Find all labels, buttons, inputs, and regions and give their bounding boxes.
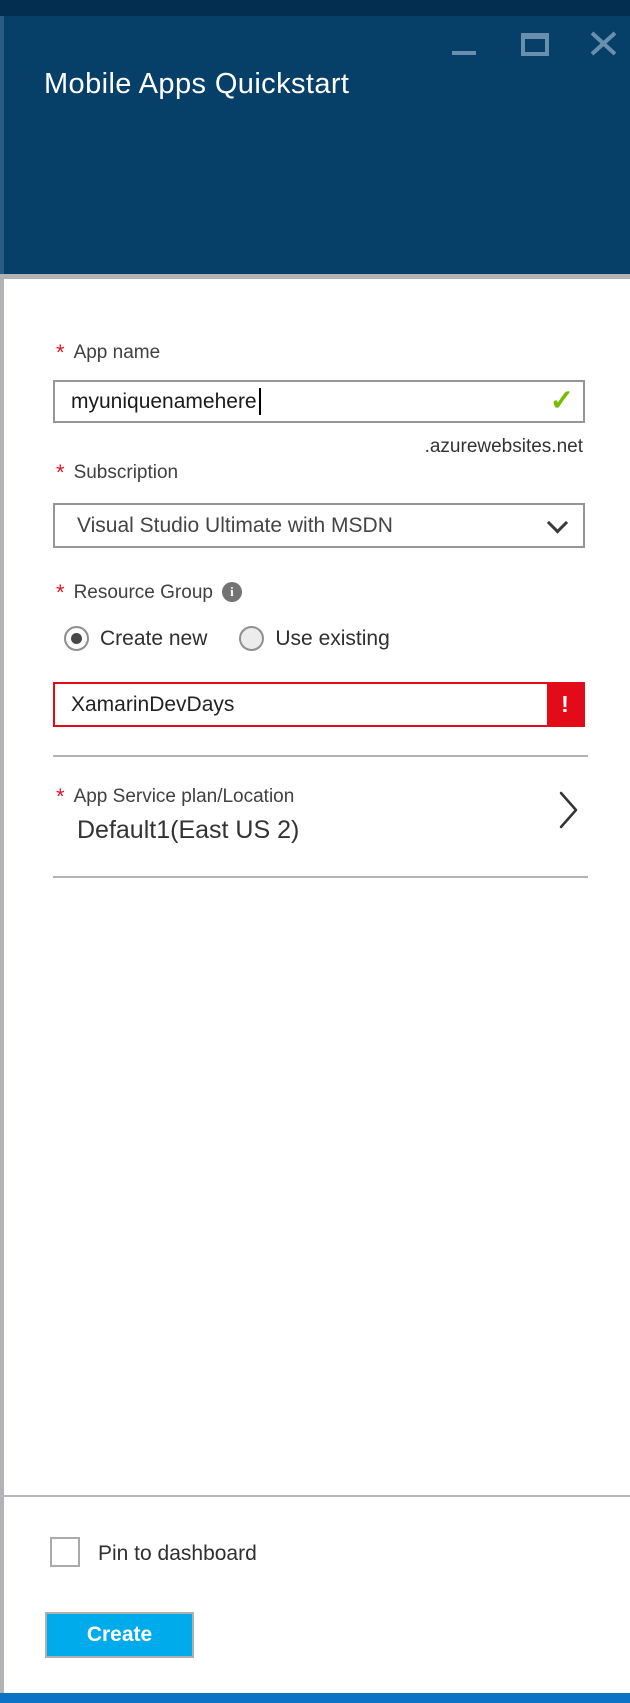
subscription-selected-value: Visual Studio Ultimate with MSDN: [77, 514, 393, 538]
section-divider: [53, 876, 588, 878]
resource-group-label: Resource Group: [74, 582, 213, 604]
blade-title: Mobile Apps Quickstart: [44, 68, 349, 101]
required-asterisk: *: [56, 787, 65, 807]
section-divider: [53, 755, 588, 757]
radio-use-existing-label[interactable]: Use existing: [275, 627, 389, 651]
required-asterisk: *: [56, 583, 65, 603]
resource-group-value: XamarinDevDays: [71, 693, 234, 717]
domain-suffix: .azurewebsites.net: [425, 436, 583, 458]
valid-check-icon: ✓: [550, 383, 574, 418]
chevron-down-icon: [547, 512, 568, 533]
minimize-button[interactable]: [452, 33, 478, 55]
blade-header: Mobile Apps Quickstart: [0, 16, 630, 274]
app-name-value: myuniquenamehere: [71, 390, 257, 414]
minimize-icon: [452, 51, 476, 55]
text-cursor: [259, 388, 261, 415]
close-button[interactable]: [590, 31, 617, 56]
header-bottom-border: [0, 274, 630, 279]
radio-create-new[interactable]: [64, 626, 89, 651]
app-service-plan-label: App Service plan/Location: [74, 786, 295, 808]
subscription-label-row: * Subscription: [56, 462, 178, 484]
required-asterisk: *: [56, 463, 65, 483]
top-strip: [0, 0, 630, 16]
required-asterisk: *: [56, 343, 65, 363]
radio-use-existing[interactable]: [239, 626, 264, 651]
app-service-plan-value: Default1(East US 2): [77, 816, 299, 845]
radio-selected-dot: [71, 633, 82, 644]
maximize-button[interactable]: [521, 33, 549, 56]
app-name-label: App name: [74, 342, 161, 364]
app-name-label-row: * App name: [56, 342, 160, 364]
mobile-apps-quickstart-blade: Mobile Apps Quickstart * App name myuniq…: [0, 0, 630, 1703]
app-service-plan-label-row: * App Service plan/Location: [56, 786, 294, 808]
radio-create-new-label[interactable]: Create new: [100, 627, 207, 651]
close-icon: [590, 31, 617, 56]
info-icon[interactable]: i: [222, 582, 242, 602]
error-icon: !: [547, 684, 583, 725]
pin-to-dashboard-checkbox[interactable]: [50, 1537, 80, 1567]
subscription-dropdown[interactable]: Visual Studio Ultimate with MSDN: [53, 503, 585, 548]
blade-left-border: [0, 279, 4, 1693]
app-name-input[interactable]: myuniquenamehere ✓: [53, 380, 585, 423]
bottom-accent-strip: [0, 1693, 630, 1703]
footer-separator: [0, 1495, 630, 1497]
create-button[interactable]: Create: [45, 1612, 194, 1658]
subscription-label: Subscription: [74, 462, 179, 484]
chevron-right-icon: [558, 790, 580, 835]
header-accent-strip: [0, 16, 4, 274]
resource-group-input[interactable]: XamarinDevDays !: [53, 682, 585, 727]
resource-group-radio-row: Create new Use existing: [64, 626, 390, 651]
resource-group-label-row: * Resource Group i: [56, 582, 242, 604]
pin-to-dashboard-label[interactable]: Pin to dashboard: [98, 1542, 257, 1566]
